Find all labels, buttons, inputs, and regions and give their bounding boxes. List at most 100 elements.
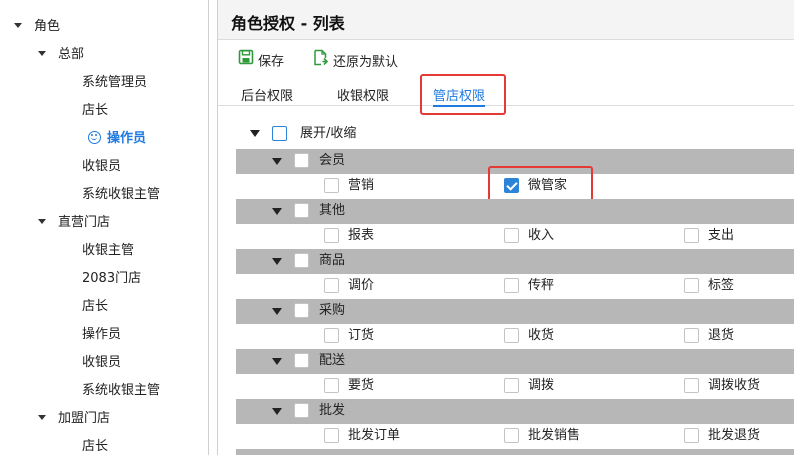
permission-label: 订货 bbox=[348, 328, 375, 343]
permission-checkbox[interactable] bbox=[324, 178, 339, 193]
group-label: 会员 bbox=[319, 153, 346, 168]
tree-node-label: 加盟门店 bbox=[58, 411, 111, 426]
permission-checkbox[interactable] bbox=[504, 328, 519, 343]
tree-node-leaf[interactable]: 操作员 bbox=[82, 321, 121, 349]
caret-down-icon[interactable] bbox=[272, 208, 282, 215]
permission-checkbox[interactable] bbox=[504, 278, 519, 293]
tree-node-label: 操作员 bbox=[107, 131, 147, 146]
caret-down-icon[interactable] bbox=[14, 23, 22, 28]
tree-node-label: 直营门店 bbox=[58, 215, 111, 230]
save-button[interactable]: 保存 bbox=[238, 49, 284, 73]
caret-down-icon[interactable] bbox=[38, 219, 46, 224]
permission-items-row: 调价 传秤 标签 bbox=[218, 274, 794, 299]
tree-node-label: 总部 bbox=[58, 47, 85, 62]
tree-node-leaf[interactable]: 店长 bbox=[82, 433, 108, 455]
permission-checkbox[interactable] bbox=[324, 428, 339, 443]
permission-checkbox[interactable] bbox=[324, 278, 339, 293]
role-tree: 角色 总部 系统管理员 店长 操作员 收银员 系统收银主管 直营门店 收银主管 … bbox=[0, 0, 209, 455]
expand-collapse-checkbox[interactable] bbox=[272, 126, 287, 141]
tree-node-franchise-stores[interactable]: 加盟门店 bbox=[38, 405, 110, 433]
permission-label: 退货 bbox=[708, 328, 735, 343]
group-label: 配送 bbox=[319, 353, 346, 368]
tree-node-leaf[interactable]: 店长 bbox=[82, 97, 108, 125]
reset-default-label: 还原为默认 bbox=[333, 55, 399, 70]
caret-down-icon[interactable] bbox=[272, 258, 282, 265]
caret-down-icon[interactable] bbox=[272, 308, 282, 315]
permission-label: 支出 bbox=[708, 228, 735, 243]
permission-label: 调拨收货 bbox=[708, 378, 761, 393]
tree-node-label: 收银员 bbox=[82, 355, 122, 370]
tree-node-label: 系统管理员 bbox=[82, 75, 148, 90]
permission-grid: 展开/收缩 会员 营销 微管家 其他 报表 收入 支出 商品 调价 传秤 标签 … bbox=[218, 107, 794, 455]
tree-node-root[interactable]: 角色 bbox=[14, 13, 60, 41]
permission-group-row: 采购 bbox=[236, 299, 794, 324]
permission-checkbox[interactable] bbox=[684, 378, 699, 393]
tree-node-label: 收银主管 bbox=[82, 243, 135, 258]
group-checkbox[interactable] bbox=[294, 353, 309, 368]
group-checkbox[interactable] bbox=[294, 303, 309, 318]
save-icon bbox=[238, 49, 254, 73]
group-checkbox[interactable] bbox=[294, 153, 309, 168]
permission-checkbox[interactable] bbox=[684, 278, 699, 293]
tree-node-label: 店长 bbox=[82, 439, 109, 454]
caret-down-icon[interactable] bbox=[38, 51, 46, 56]
caret-down-icon[interactable] bbox=[250, 130, 260, 137]
tab-store-management-permissions[interactable]: 管店权限 bbox=[433, 85, 486, 107]
group-label: 商品 bbox=[319, 253, 346, 268]
reset-default-button[interactable]: 还原为默认 bbox=[313, 49, 399, 72]
caret-down-icon[interactable] bbox=[38, 415, 46, 420]
permission-items-row: 批发订单 批发销售 批发退货 bbox=[218, 424, 794, 449]
tree-node-leaf[interactable]: 系统管理员 bbox=[82, 69, 147, 97]
permission-checkbox[interactable] bbox=[324, 378, 339, 393]
permission-label: 要货 bbox=[348, 378, 375, 393]
permission-label: 批发销售 bbox=[528, 428, 581, 443]
group-checkbox[interactable] bbox=[294, 203, 309, 218]
tree-node-leaf[interactable]: 店长 bbox=[82, 293, 108, 321]
permission-items-row: 营销 微管家 bbox=[218, 174, 794, 199]
tree-node-leaf[interactable]: 收银主管 bbox=[82, 237, 134, 265]
permission-checkbox[interactable] bbox=[324, 228, 339, 243]
permission-checkbox[interactable] bbox=[504, 378, 519, 393]
group-label: 采购 bbox=[319, 303, 346, 318]
tree-node-leaf[interactable]: 2083门店 bbox=[82, 265, 141, 293]
permission-checkbox-checked[interactable] bbox=[504, 178, 519, 193]
permission-checkbox[interactable] bbox=[684, 228, 699, 243]
permission-items-row: 报表 收入 支出 bbox=[218, 224, 794, 249]
tree-node-label: 操作员 bbox=[82, 327, 122, 342]
permission-label: 批发订单 bbox=[348, 428, 401, 443]
caret-down-icon[interactable] bbox=[272, 408, 282, 415]
tree-node-selected[interactable]: 操作员 bbox=[88, 125, 146, 153]
tree-node-label: 店长 bbox=[82, 103, 109, 118]
permission-label: 微管家 bbox=[528, 178, 568, 193]
caret-down-icon[interactable] bbox=[272, 158, 282, 165]
permission-group-row bbox=[236, 449, 794, 455]
tree-node-leaf[interactable]: 收银员 bbox=[82, 153, 121, 181]
permission-checkbox[interactable] bbox=[504, 228, 519, 243]
permission-label: 传秤 bbox=[528, 278, 555, 293]
page-title: 角色授权 - 列表 bbox=[231, 14, 345, 33]
tree-node-leaf[interactable]: 系统收银主管 bbox=[82, 181, 160, 209]
tab-backend-permissions[interactable]: 后台权限 bbox=[241, 85, 293, 104]
group-label: 其他 bbox=[319, 203, 346, 218]
caret-down-icon[interactable] bbox=[272, 358, 282, 365]
permission-group-row: 其他 bbox=[236, 199, 794, 224]
permission-group-row: 商品 bbox=[236, 249, 794, 274]
role-permission-panel: 角色授权 - 列表 保存 还原为默认 后台权限 收银权限 管店权限 展开/收缩 bbox=[217, 0, 794, 455]
panel-header: 角色授权 - 列表 bbox=[218, 0, 794, 40]
tab-cashier-permissions[interactable]: 收银权限 bbox=[337, 85, 389, 104]
tree-node-direct-stores[interactable]: 直营门店 bbox=[38, 209, 110, 237]
permission-checkbox[interactable] bbox=[684, 328, 699, 343]
tree-node-label: 系统收银主管 bbox=[82, 187, 161, 202]
permission-checkbox[interactable] bbox=[324, 328, 339, 343]
permission-checkbox[interactable] bbox=[504, 428, 519, 443]
group-checkbox[interactable] bbox=[294, 253, 309, 268]
group-checkbox[interactable] bbox=[294, 403, 309, 418]
tree-node-leaf[interactable]: 系统收银主管 bbox=[82, 377, 160, 405]
toolbar: 保存 还原为默认 bbox=[218, 40, 794, 80]
permission-group-row: 会员 bbox=[236, 149, 794, 174]
tree-node-hq[interactable]: 总部 bbox=[38, 41, 84, 69]
group-label: 批发 bbox=[319, 403, 346, 418]
tree-node-leaf[interactable]: 收银员 bbox=[82, 349, 121, 377]
permission-label: 调拨 bbox=[528, 378, 555, 393]
permission-checkbox[interactable] bbox=[684, 428, 699, 443]
